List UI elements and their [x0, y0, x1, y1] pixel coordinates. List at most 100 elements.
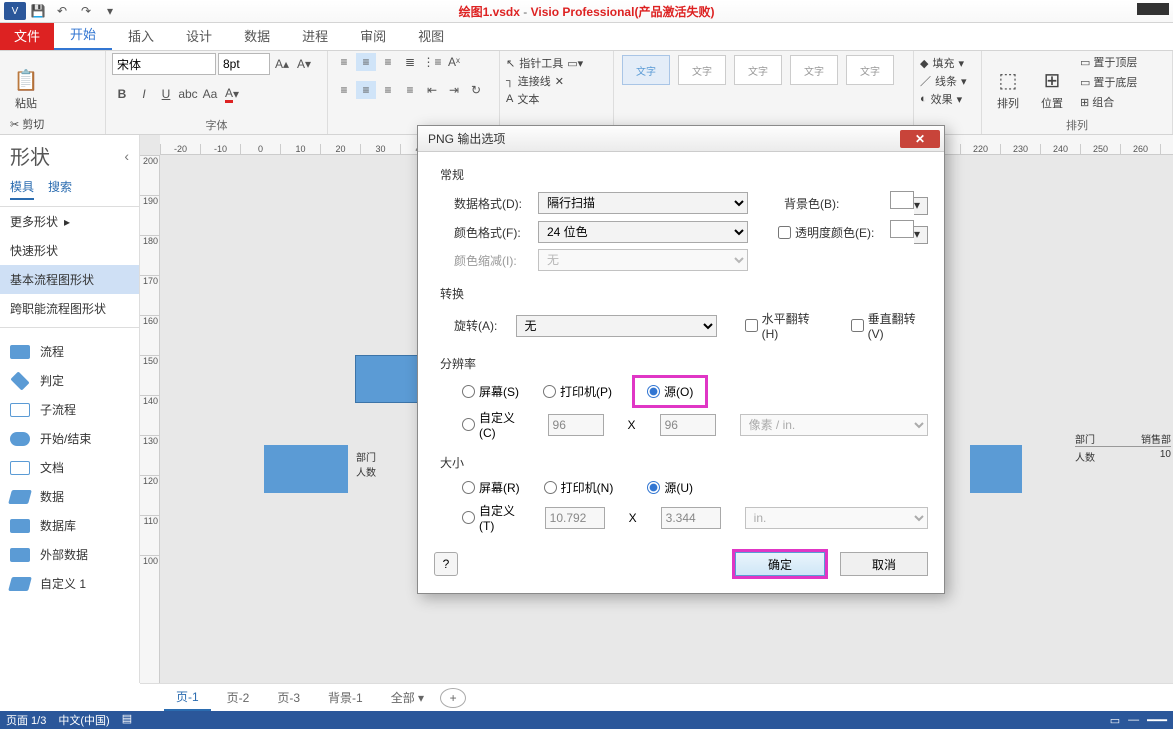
tab-insert[interactable]: 插入 — [112, 21, 170, 50]
canvas-shape-2[interactable] — [264, 445, 348, 493]
res-source-radio[interactable] — [647, 385, 660, 398]
shape-database[interactable]: 数据库 — [0, 511, 139, 540]
italic-icon[interactable]: I — [134, 85, 154, 103]
align-center-icon[interactable]: ≡ — [356, 81, 376, 99]
line-button[interactable]: ／ 线条▾ — [920, 73, 975, 89]
panel-collapse-icon[interactable]: ‹ — [124, 148, 129, 164]
transparency-checkbox-label[interactable]: 透明度颜色(E): — [778, 224, 874, 241]
res-screen-radio[interactable] — [462, 385, 475, 398]
sz-custom-option[interactable]: 自定义(T) — [462, 502, 521, 533]
cut-button[interactable]: ✂ 剪切 — [6, 115, 64, 133]
canvas-shape-3[interactable] — [970, 445, 1022, 493]
bg-color-swatch[interactable] — [890, 191, 914, 209]
page-tab-all[interactable]: 全部 ▾ — [379, 685, 436, 710]
style-1[interactable]: 文字 — [622, 55, 670, 85]
zoom-out-icon[interactable]: — — [1128, 714, 1139, 727]
shape-custom1[interactable]: 自定义 1 — [0, 569, 139, 598]
flip-h-checkbox[interactable] — [745, 319, 758, 332]
stencils-tab[interactable]: 模具 — [10, 178, 34, 200]
shape-decision[interactable]: 判定 — [0, 366, 139, 395]
pointer-tool[interactable]: ↖ 指针工具 ▭▾ — [506, 55, 607, 71]
qat-redo[interactable]: ↷ — [74, 1, 98, 21]
text-tool[interactable]: A 文本 — [506, 91, 607, 107]
tab-process[interactable]: 进程 — [286, 21, 344, 50]
basic-flowchart-stencil[interactable]: 基本流程图形状 — [0, 265, 139, 294]
decrease-font-icon[interactable]: A▾ — [294, 55, 314, 73]
sz-screen-radio[interactable] — [462, 481, 475, 494]
tab-home[interactable]: 开始 — [54, 19, 112, 50]
data-format-select[interactable]: 隔行扫描 — [538, 192, 748, 214]
align-left-icon[interactable]: ≡ — [334, 81, 354, 99]
shape-data[interactable]: 数据 — [0, 482, 139, 511]
flip-v-label[interactable]: 垂直翻转(V) — [851, 310, 928, 341]
tab-data[interactable]: 数据 — [228, 21, 286, 50]
close-icon[interactable]: ✕ — [900, 130, 940, 148]
qat-save[interactable]: 💾 — [26, 1, 50, 21]
align-right-icon[interactable]: ≡ — [378, 81, 398, 99]
rotate-text-icon[interactable]: ↻ — [466, 81, 486, 99]
bold-icon[interactable]: B — [112, 85, 132, 103]
sz-custom-radio[interactable] — [462, 511, 475, 524]
view-mode-icon[interactable]: ▭ — [1110, 714, 1120, 727]
sz-source-option[interactable]: 源(U) — [647, 479, 693, 496]
help-button[interactable]: ? — [434, 552, 458, 576]
res-printer-option[interactable]: 打印机(P) — [543, 383, 612, 400]
rotate-select[interactable]: 无 — [516, 315, 717, 337]
page-tab-1[interactable]: 页-1 — [164, 684, 211, 711]
search-tab[interactable]: 搜索 — [48, 178, 72, 200]
sz-printer-option[interactable]: 打印机(N) — [544, 479, 614, 496]
strike-icon[interactable]: abc — [178, 85, 198, 103]
qat-dropdown[interactable]: ▾ — [98, 1, 122, 21]
shape-subprocess[interactable]: 子流程 — [0, 395, 139, 424]
transparency-swatch[interactable] — [890, 220, 914, 238]
dialog-titlebar[interactable]: PNG 输出选项 ✕ — [418, 126, 944, 152]
res-printer-radio[interactable] — [543, 385, 556, 398]
effects-button[interactable]: ◐ 效果▾ — [920, 91, 975, 107]
underline-icon[interactable]: U — [156, 85, 176, 103]
res-y-input[interactable] — [660, 414, 716, 436]
page-tab-add[interactable]: + — [440, 688, 466, 708]
align-middle-icon[interactable]: ≡ — [356, 53, 376, 71]
res-screen-option[interactable]: 屏幕(S) — [462, 383, 519, 400]
sz-screen-option[interactable]: 屏幕(R) — [462, 479, 520, 496]
style-4[interactable]: 文字 — [790, 55, 838, 85]
clear-format-icon[interactable]: Aˣ — [444, 53, 464, 71]
shape-process[interactable]: 流程 — [0, 337, 139, 366]
bring-front-button[interactable]: ▭ 置于顶层 — [1076, 53, 1141, 71]
status-macro-icon[interactable]: ▤ — [122, 712, 132, 728]
transparency-checkbox[interactable] — [778, 226, 791, 239]
paste-button[interactable]: 📋粘贴 — [6, 53, 46, 111]
qat-undo[interactable]: ↶ — [50, 1, 74, 21]
send-back-button[interactable]: ▭ 置于底层 — [1076, 73, 1141, 91]
flip-v-checkbox[interactable] — [851, 319, 864, 332]
bg-color-dropdown[interactable]: ▾ — [914, 197, 928, 215]
fill-button[interactable]: ◆ 填充▾ — [920, 55, 975, 71]
quick-shapes[interactable]: 快速形状 — [0, 236, 139, 265]
res-custom-option[interactable]: 自定义(C) — [462, 409, 524, 440]
align-top-icon[interactable]: ≡ — [334, 53, 354, 71]
font-name-select[interactable] — [112, 53, 216, 75]
res-x-input[interactable] — [548, 414, 604, 436]
group-button[interactable]: ⊞ 组合 — [1076, 93, 1141, 111]
style-5[interactable]: 文字 — [846, 55, 894, 85]
res-custom-radio[interactable] — [462, 418, 475, 431]
cross-func-stencil[interactable]: 跨职能流程图形状 — [0, 294, 139, 323]
page-tab-2[interactable]: 页-2 — [215, 685, 262, 710]
more-shapes[interactable]: 更多形状 ▸ — [0, 207, 139, 236]
numbering-icon[interactable]: ⋮≡ — [422, 53, 442, 71]
sz-x-input[interactable] — [545, 507, 605, 529]
page-tab-bg1[interactable]: 背景-1 — [316, 685, 375, 710]
ok-button[interactable]: 确定 — [732, 549, 828, 579]
align-bottom-icon[interactable]: ≡ — [378, 53, 398, 71]
res-source-option[interactable]: 源(O) — [632, 375, 708, 408]
text-effect-icon[interactable]: Aa — [200, 85, 220, 103]
arrange-button[interactable]: ⬚排列 — [988, 53, 1028, 111]
sz-y-input[interactable] — [661, 507, 721, 529]
tab-review[interactable]: 审阅 — [344, 21, 402, 50]
indent-right-icon[interactable]: ⇥ — [444, 81, 464, 99]
sz-printer-radio[interactable] — [544, 481, 557, 494]
increase-font-icon[interactable]: A▴ — [272, 55, 292, 73]
shape-start-end[interactable]: 开始/结束 — [0, 424, 139, 453]
position-button[interactable]: ⊞位置 — [1032, 53, 1072, 111]
style-2[interactable]: 文字 — [678, 55, 726, 85]
